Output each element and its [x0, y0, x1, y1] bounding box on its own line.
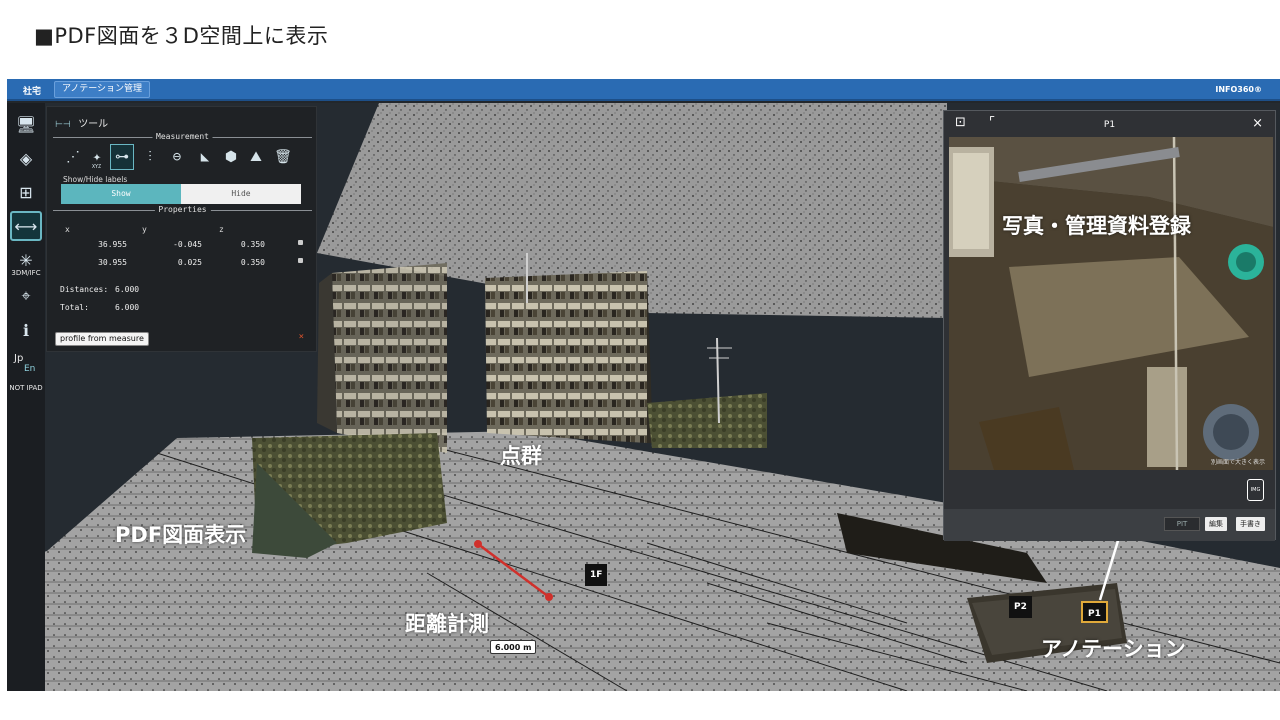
brand-logo: INFO360®: [1215, 85, 1262, 94]
distance-label: 6.000 m: [490, 640, 537, 654]
distances-row: Distances: 6.000: [60, 285, 170, 294]
profile-tool-icon[interactable]: ⛰: [244, 144, 268, 170]
tool-panel: ⊢⊣ ツール Measurement ⋰ ✦ XYZ ⊶ ⫶ ⊖ ◣ ⬢ ⛰ 🗑 …: [46, 106, 317, 352]
photo-callout: 写真・管理資料登録: [1002, 214, 1191, 238]
tree-icon[interactable]: ⊞: [10, 177, 42, 207]
measure-tool-icon[interactable]: ⟷: [10, 211, 42, 241]
col-z: z: [219, 225, 224, 234]
measurement-section: Measurement: [53, 132, 312, 142]
profile-from-measure-button[interactable]: profile from measure: [55, 332, 149, 346]
3dm-ifc-label: 3DM/IFC: [11, 269, 41, 277]
row2-z: 0.350: [240, 258, 265, 267]
ruler-icon: ⊢⊣: [55, 120, 71, 130]
pointcloud-callout: 点群: [500, 444, 542, 468]
total-value: 6.000: [115, 303, 140, 312]
floor-marker-1f[interactable]: 1F: [585, 564, 608, 586]
measurement-tools: ⋰ ✦ XYZ ⊶ ⫶ ⊖ ◣ ⬢ ⛰ 🗑: [61, 144, 301, 170]
image-file-icon[interactable]: IMG: [1247, 479, 1264, 501]
annotation-management-tab[interactable]: アノテーション管理: [54, 81, 151, 98]
measurement-section-label: Measurement: [152, 132, 213, 141]
info-icon[interactable]: ℹ: [10, 315, 42, 345]
volume-tool-icon[interactable]: ⬢: [219, 144, 243, 170]
trash-icon[interactable]: 🗑: [271, 144, 295, 170]
tool-panel-title: ツール: [78, 119, 109, 130]
row2-y: 0.025: [177, 258, 202, 267]
photo-panel-header: ⊡ ⌜ P1 ×: [944, 111, 1275, 137]
edit-button[interactable]: 編集: [1205, 517, 1227, 531]
total-row: Total: 6.000: [60, 303, 170, 312]
remove-measure-icon[interactable]: ×: [299, 332, 304, 342]
corner-icon[interactable]: ⌜: [989, 115, 995, 130]
pit-field[interactable]: PIT: [1164, 517, 1200, 531]
distances-value: 6.000: [115, 285, 140, 294]
not-ipad-label: NOT IPAD: [9, 384, 43, 392]
lang-en[interactable]: En: [7, 364, 45, 374]
home-link[interactable]: 社宅: [23, 84, 41, 97]
expand-icon[interactable]: ⊡: [955, 115, 966, 130]
height-tool-icon[interactable]: ⫶: [138, 144, 162, 170]
point-xyz-tool-icon[interactable]: ✦ XYZ: [85, 144, 109, 170]
cube-arrow-icon[interactable]: ◈: [10, 143, 42, 173]
annotation-photo-panel: ⊡ ⌜ P1 × 別画面で大きく表示 IMG PIT 編集 手書き: [943, 110, 1276, 541]
area-tool-icon[interactable]: ◣: [193, 144, 217, 170]
total-label: Total:: [60, 303, 89, 312]
enlarge-caption[interactable]: 別画面で大きく表示: [1211, 457, 1265, 466]
left-toolbar: 🖥 ◈ ⊞ ⟷ ✳ 3DM/IFC ⌖ ℹ Jp En NOT IPAD: [7, 103, 45, 691]
distance-tool-icon[interactable]: ⊶: [110, 144, 134, 170]
row1-z: 0.350: [240, 240, 265, 249]
location-pin-icon[interactable]: ⌖: [10, 281, 42, 311]
show-button[interactable]: Show: [61, 184, 181, 204]
row1-x: 36.955: [98, 240, 127, 249]
slide-title: ■PDF図面を３D空間上に表示: [34, 24, 329, 48]
tool-panel-header: ⊢⊣ ツール: [55, 115, 108, 130]
properties-section: Properties: [53, 205, 312, 215]
pdf-callout: PDF図面表示: [115, 523, 247, 547]
properties-section-label: Properties: [154, 205, 211, 214]
hide-button[interactable]: Hide: [181, 184, 301, 204]
close-icon[interactable]: ×: [1252, 116, 1263, 131]
photo-panel-footer: PIT 編集 手書き: [944, 509, 1275, 541]
angle-tool-icon[interactable]: ⋰: [61, 144, 85, 170]
col-x: x: [65, 225, 70, 234]
row1-y: -0.045: [173, 240, 202, 249]
row2-x: 30.955: [98, 258, 127, 267]
photo-panel-title: P1: [1103, 120, 1116, 130]
lang-jp[interactable]: Jp: [7, 353, 45, 364]
annotation-marker-p2[interactable]: P2: [1009, 596, 1032, 618]
annotation-photo[interactable]: 別画面で大きく表示: [949, 137, 1273, 470]
handwrite-button[interactable]: 手書き: [1236, 517, 1265, 531]
top-bar: 社宅 アノテーション管理 INFO360®: [7, 79, 1280, 101]
annotation-callout: アノテーション: [1041, 637, 1186, 661]
col-y: y: [142, 225, 147, 234]
monitor-icon[interactable]: 🖥: [10, 109, 42, 139]
row1-pin-icon[interactable]: [298, 240, 303, 245]
show-hide-labels-caption: Show/Hide labels: [63, 175, 128, 184]
annotation-marker-p1[interactable]: P1: [1081, 601, 1108, 623]
show-hide-toggle: Show Hide: [61, 184, 301, 204]
distance-callout: 距離計測: [405, 612, 489, 636]
app-window: 社宅 アノテーション管理 INFO360® 🖥 ◈ ⊞ ⟷ ✳ 3DM/IFC …: [7, 79, 1280, 691]
circle-tool-icon[interactable]: ⊖: [165, 144, 189, 170]
row2-pin-icon[interactable]: [298, 258, 303, 263]
distances-label: Distances:: [60, 285, 109, 294]
